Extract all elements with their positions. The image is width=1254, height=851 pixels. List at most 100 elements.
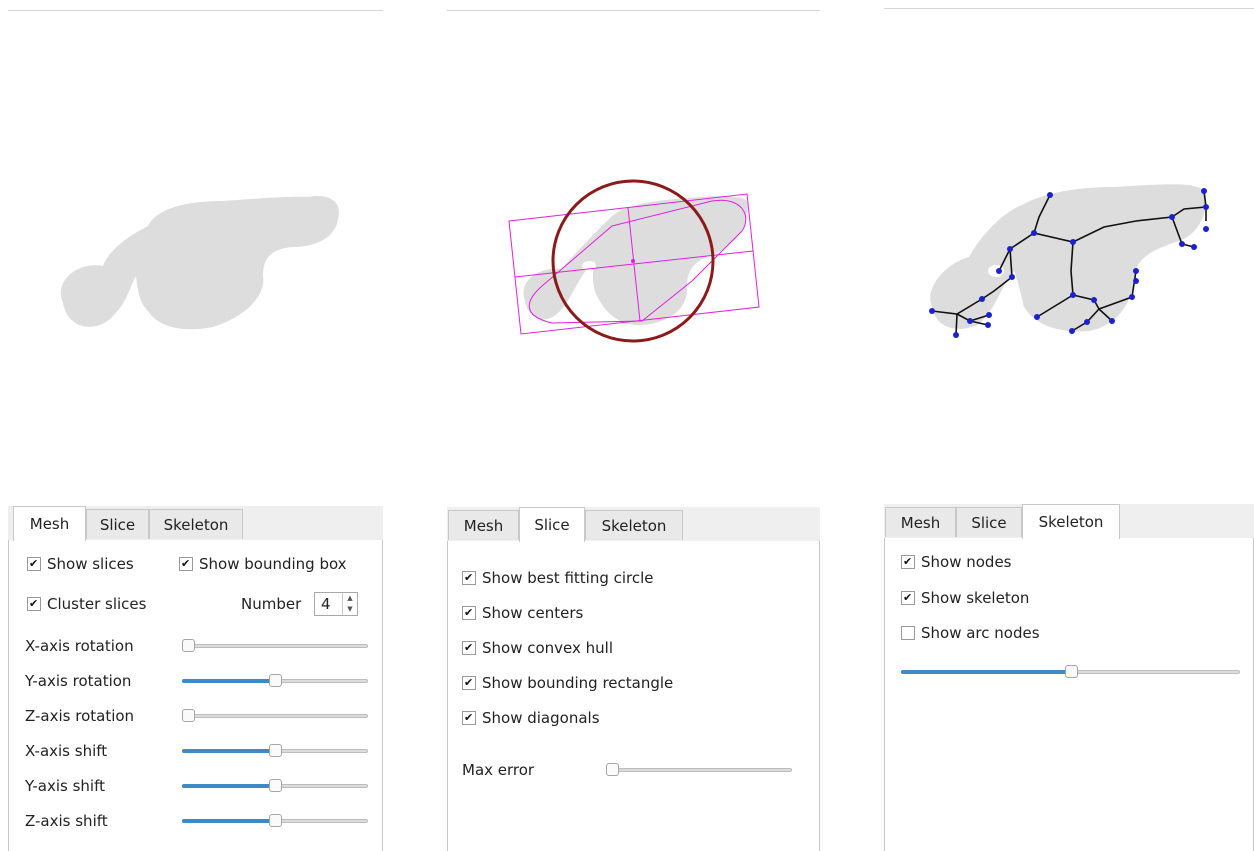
x-rotation-label: X-axis rotation	[25, 637, 134, 655]
show-bounding-rectangle-checkbox[interactable]: Show bounding rectangle	[462, 673, 673, 693]
check-icon	[901, 591, 915, 605]
max-error-slider[interactable]	[606, 762, 792, 778]
z-shift-slider[interactable]	[182, 813, 368, 829]
skeleton-node	[1069, 328, 1075, 334]
check-icon	[462, 641, 476, 655]
checkbox-empty-icon	[901, 626, 915, 640]
tab-slice[interactable]: Slice	[519, 507, 585, 542]
mesh-viewport[interactable]	[8, 10, 383, 503]
show-bounding-box-checkbox[interactable]: Show bounding box	[179, 554, 347, 574]
skeleton-node	[1203, 226, 1209, 232]
skeleton-node	[996, 268, 1002, 274]
slice-viewport[interactable]	[447, 10, 820, 505]
x-shift-label: X-axis shift	[25, 742, 108, 760]
y-shift-label: Y-axis shift	[25, 777, 106, 795]
slider-handle[interactable]	[1064, 665, 1078, 678]
skeleton-node	[1070, 292, 1076, 298]
skeleton-options: Show nodes Show skeleton Show arc nodes	[884, 538, 1254, 851]
option-label: Show best fitting circle	[482, 569, 654, 587]
option-label: Show diagonals	[482, 709, 600, 727]
tab-skeleton[interactable]: Skeleton	[585, 510, 683, 540]
check-icon	[901, 555, 915, 569]
check-icon	[27, 557, 41, 571]
show-skeleton-checkbox[interactable]: Show skeleton	[901, 588, 1029, 608]
skeleton-node	[979, 296, 985, 302]
slider-handle[interactable]	[269, 814, 282, 827]
skeleton-edge	[955, 313, 958, 336]
show-diagonals-checkbox[interactable]: Show diagonals	[462, 708, 600, 728]
skeleton-node	[1203, 204, 1209, 210]
skeleton-panel: Mesh Slice Skeleton Show nodes Show skel…	[884, 0, 1254, 851]
tab-mesh[interactable]: Mesh	[13, 506, 86, 541]
option-label: Show convex hull	[482, 639, 614, 657]
slice-options: Show best fitting circle Show centers Sh…	[447, 541, 820, 851]
option-label: Show bounding rectangle	[482, 674, 674, 692]
skeleton-node	[953, 332, 959, 338]
skeleton-tabbar: Mesh Slice Skeleton	[884, 504, 1254, 539]
max-error-label: Max error	[462, 761, 535, 779]
show-best-fitting-circle-checkbox[interactable]: Show best fitting circle	[462, 568, 654, 588]
y-shift-slider[interactable]	[182, 778, 368, 794]
number-value: 4	[321, 595, 331, 613]
skeleton-slider[interactable]	[901, 664, 1240, 680]
tab-mesh[interactable]: Mesh	[448, 510, 519, 540]
mesh-panel: Mesh Slice Skeleton Show slices Show bou…	[8, 0, 383, 851]
skeleton-node	[985, 322, 991, 328]
show-centers-checkbox[interactable]: Show centers	[462, 603, 583, 623]
slice-canvas	[508, 179, 760, 343]
x-rotation-slider[interactable]	[182, 638, 368, 654]
show-nodes-checkbox[interactable]: Show nodes	[901, 552, 1012, 572]
tab-slice[interactable]: Slice	[86, 509, 149, 539]
slider-handle[interactable]	[269, 744, 282, 757]
skeleton-node	[1070, 239, 1076, 245]
option-label: Show skeleton	[921, 589, 1030, 607]
mesh-shape-canvas	[60, 195, 339, 330]
number-label: Number	[241, 595, 302, 613]
skeleton-node	[1109, 318, 1115, 324]
skeleton-node	[1179, 241, 1185, 247]
mesh-shape	[60, 195, 339, 330]
skeleton-node	[967, 318, 973, 324]
skeleton-node	[929, 308, 935, 314]
option-label: Show arc nodes	[921, 624, 1040, 642]
tab-skeleton[interactable]: Skeleton	[1022, 504, 1120, 539]
show-convex-hull-checkbox[interactable]: Show convex hull	[462, 638, 613, 658]
y-rotation-slider[interactable]	[182, 673, 368, 689]
slider-handle[interactable]	[182, 709, 195, 722]
skeleton-node	[1191, 244, 1197, 250]
mesh-options: Show slices Show bounding box Cluster sl…	[8, 540, 383, 851]
spin-arrows-icon[interactable]: ▲ ▼	[342, 593, 357, 615]
skeleton-node	[1091, 297, 1097, 303]
slider-handle[interactable]	[269, 674, 282, 687]
tab-slice[interactable]: Slice	[956, 507, 1022, 537]
slice-tabbar: Mesh Slice Skeleton	[447, 507, 820, 542]
z-rotation-slider[interactable]	[182, 708, 368, 724]
tab-skeleton[interactable]: Skeleton	[149, 509, 243, 539]
slider-handle[interactable]	[606, 763, 619, 776]
check-icon	[462, 606, 476, 620]
skeleton-node	[1169, 214, 1175, 220]
option-label: Show centers	[482, 604, 584, 622]
x-shift-slider[interactable]	[182, 743, 368, 759]
check-icon	[179, 557, 193, 571]
show-arc-nodes-checkbox[interactable]: Show arc nodes	[901, 623, 1040, 643]
show-slices-checkbox[interactable]: Show slices	[27, 554, 134, 574]
check-icon	[462, 711, 476, 725]
z-shift-label: Z-axis shift	[25, 812, 108, 830]
number-spinbox[interactable]: 4 ▲ ▼	[314, 592, 358, 616]
slider-handle[interactable]	[182, 639, 195, 652]
skeleton-canvas	[929, 184, 1209, 338]
skeleton-node	[1133, 268, 1139, 274]
center-point	[631, 259, 635, 263]
skeleton-viewport[interactable]	[884, 8, 1254, 503]
tab-mesh[interactable]: Mesh	[885, 507, 956, 537]
skeleton-shape	[930, 184, 1206, 332]
check-icon	[462, 676, 476, 690]
skeleton-node	[986, 312, 992, 318]
slice-panel: Mesh Slice Skeleton Show best fitting ci…	[447, 0, 820, 851]
z-rotation-label: Z-axis rotation	[25, 707, 135, 725]
check-icon	[462, 571, 476, 585]
slider-handle[interactable]	[269, 779, 282, 792]
cluster-slices-checkbox[interactable]: Cluster slices	[27, 594, 146, 614]
skeleton-node	[1007, 246, 1013, 252]
